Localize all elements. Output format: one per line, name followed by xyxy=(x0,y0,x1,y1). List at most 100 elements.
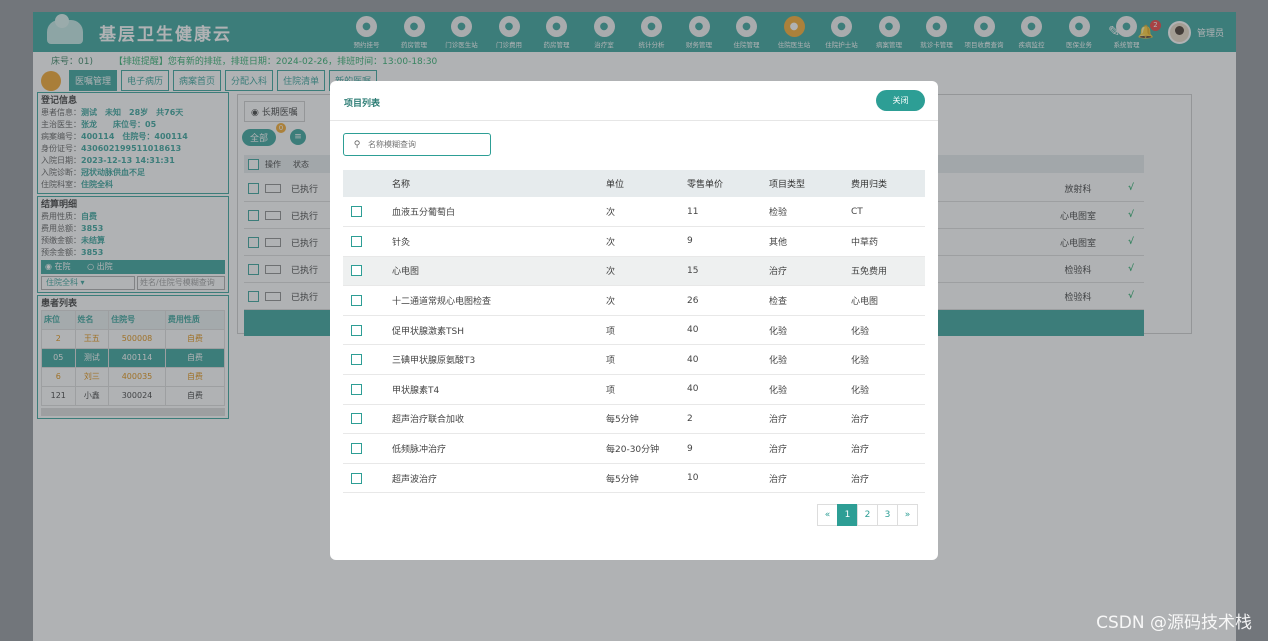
modal-title: 项目列表 xyxy=(344,99,381,109)
row-checkbox[interactable] xyxy=(351,383,362,395)
project-cell: 次 xyxy=(606,285,687,316)
row-checkbox-cell xyxy=(343,256,392,287)
csdn-watermark: CSDN @源码技术栈 xyxy=(1096,613,1252,633)
project-cell: 心电图 xyxy=(392,256,606,287)
project-cell: 治疗 xyxy=(851,404,925,435)
row-checkbox[interactable] xyxy=(351,354,362,366)
col-price: 零售单价 xyxy=(687,170,769,197)
page-button[interactable]: 1 xyxy=(837,504,858,526)
project-cell: 项 xyxy=(606,315,687,346)
project-cell: 项 xyxy=(606,344,687,376)
row-checkbox[interactable] xyxy=(351,472,362,484)
project-cell: 次 xyxy=(606,197,687,228)
project-cell: 40 xyxy=(687,374,769,405)
project-cell: 其他 xyxy=(769,226,851,257)
row-checkbox[interactable] xyxy=(351,235,362,247)
project-cell: 化验 xyxy=(769,344,851,376)
project-cell: 治疗 xyxy=(851,433,925,464)
project-row[interactable]: 十二通道常规心电图检查次 26 检查 心电图 xyxy=(343,285,925,316)
col-name: 名称 xyxy=(392,170,606,197)
col-type: 项目类型 xyxy=(769,170,851,197)
search-icon: ⚲ xyxy=(353,139,361,150)
project-list-modal: 项目列表 关闭 ⚲ 名称 单位 零售单价 项目类型 费用归类 血液五分葡萄白次1… xyxy=(330,81,938,560)
project-cell: 2 xyxy=(687,404,769,435)
project-cell: 治疗 xyxy=(769,433,851,464)
project-cell: 化验 xyxy=(769,374,851,405)
project-cell: 血液五分葡萄白 xyxy=(392,197,606,228)
next-page-button[interactable]: » xyxy=(897,504,918,526)
project-cell: 每5分钟 xyxy=(606,404,687,435)
project-cell: 次 xyxy=(606,226,687,257)
project-cell: 9 xyxy=(687,433,769,464)
project-row[interactable]: 针灸次 9 其他 中草药 xyxy=(343,226,925,257)
project-cell: 化验 xyxy=(851,374,925,405)
project-table-header: 名称 单位 零售单价 项目类型 费用归类 xyxy=(343,170,925,197)
project-cell: 治疗 xyxy=(851,463,925,494)
project-cell: 超声治疗联合加收 xyxy=(392,404,606,435)
project-cell: 检查 xyxy=(769,285,851,316)
project-cell: 甲状腺素T4 xyxy=(392,374,606,405)
project-row[interactable]: 心电图次 15 治疗 五免费用 xyxy=(343,256,925,287)
project-cell: 次 xyxy=(606,256,687,287)
col-category: 费用归类 xyxy=(851,170,925,197)
project-row[interactable]: 低频脉冲治疗 每20-30分钟 9 治疗 治疗 xyxy=(343,433,925,464)
project-cell: 检验 xyxy=(769,197,851,228)
project-row[interactable]: 超声治疗联合加收 每5分钟 2 治疗 治疗 xyxy=(343,404,925,435)
row-checkbox[interactable] xyxy=(351,324,362,336)
project-search-input[interactable] xyxy=(368,140,488,149)
project-cell: 化验 xyxy=(851,344,925,376)
row-checkbox[interactable] xyxy=(351,413,362,425)
project-cell: 心电图 xyxy=(851,285,925,316)
project-cell: 40 xyxy=(687,315,769,346)
row-checkbox-cell xyxy=(343,344,392,376)
prev-page-button[interactable]: « xyxy=(817,504,838,526)
project-cell: 针灸 xyxy=(392,226,606,257)
col-unit: 单位 xyxy=(606,170,687,197)
row-checkbox[interactable] xyxy=(351,206,362,218)
col-checkbox xyxy=(343,170,392,197)
row-checkbox[interactable] xyxy=(351,265,362,277)
project-cell: 中草药 xyxy=(851,226,925,257)
close-button[interactable]: 关闭 xyxy=(876,90,925,111)
page-button[interactable]: 3 xyxy=(877,504,898,526)
project-cell: 低频脉冲治疗 xyxy=(392,433,606,464)
project-cell: 每20-30分钟 xyxy=(606,433,687,464)
project-cell: 每5分钟 xyxy=(606,463,687,494)
project-cell: 9 xyxy=(687,226,769,257)
modal-divider xyxy=(330,120,938,121)
project-row[interactable]: 超声波治疗 每5分钟 10 治疗 治疗 xyxy=(343,463,925,494)
page-button[interactable]: 2 xyxy=(857,504,878,526)
project-cell: 十二通道常规心电图检查 xyxy=(392,285,606,316)
row-checkbox-cell xyxy=(343,463,392,494)
project-cell: CT xyxy=(851,197,925,228)
project-cell: 11 xyxy=(687,197,769,228)
project-cell: 40 xyxy=(687,344,769,376)
row-checkbox-cell xyxy=(343,197,392,228)
pagination: «1 2 3» xyxy=(817,504,918,526)
project-cell: 项 xyxy=(606,374,687,405)
project-cell: 治疗 xyxy=(769,404,851,435)
project-cell: 26 xyxy=(687,285,769,316)
project-row[interactable]: 甲状腺素T4 项 40 化验 化验 xyxy=(343,374,925,405)
project-cell: 10 xyxy=(687,463,769,494)
project-cell: 三碘甲状腺原氨酸T3 xyxy=(392,344,606,376)
project-cell: 促甲状腺激素TSH xyxy=(392,315,606,346)
row-checkbox-cell xyxy=(343,285,392,316)
project-cell: 超声波治疗 xyxy=(392,463,606,494)
row-checkbox-cell xyxy=(343,433,392,464)
project-cell: 15 xyxy=(687,256,769,287)
project-cell: 治疗 xyxy=(769,463,851,494)
row-checkbox-cell xyxy=(343,226,392,257)
row-checkbox[interactable] xyxy=(351,443,362,455)
project-row[interactable]: 血液五分葡萄白次 11 检验 CT xyxy=(343,197,925,228)
project-row[interactable]: 三碘甲状腺原氨酸T3 项 40 化验 化验 xyxy=(343,344,925,376)
project-row[interactable]: 促甲状腺激素TSH 项 40 化验 化验 xyxy=(343,315,925,346)
row-checkbox-cell xyxy=(343,315,392,346)
project-search-box: ⚲ xyxy=(343,133,491,156)
project-table: 名称 单位 零售单价 项目类型 费用归类 血液五分葡萄白次 11 检验 CT 针灸次 9 其… xyxy=(343,170,925,494)
project-cell: 化验 xyxy=(769,315,851,346)
project-cell: 治疗 xyxy=(769,256,851,287)
row-checkbox-cell xyxy=(343,374,392,405)
project-cell: 五免费用 xyxy=(851,256,925,287)
row-checkbox[interactable] xyxy=(351,295,362,307)
